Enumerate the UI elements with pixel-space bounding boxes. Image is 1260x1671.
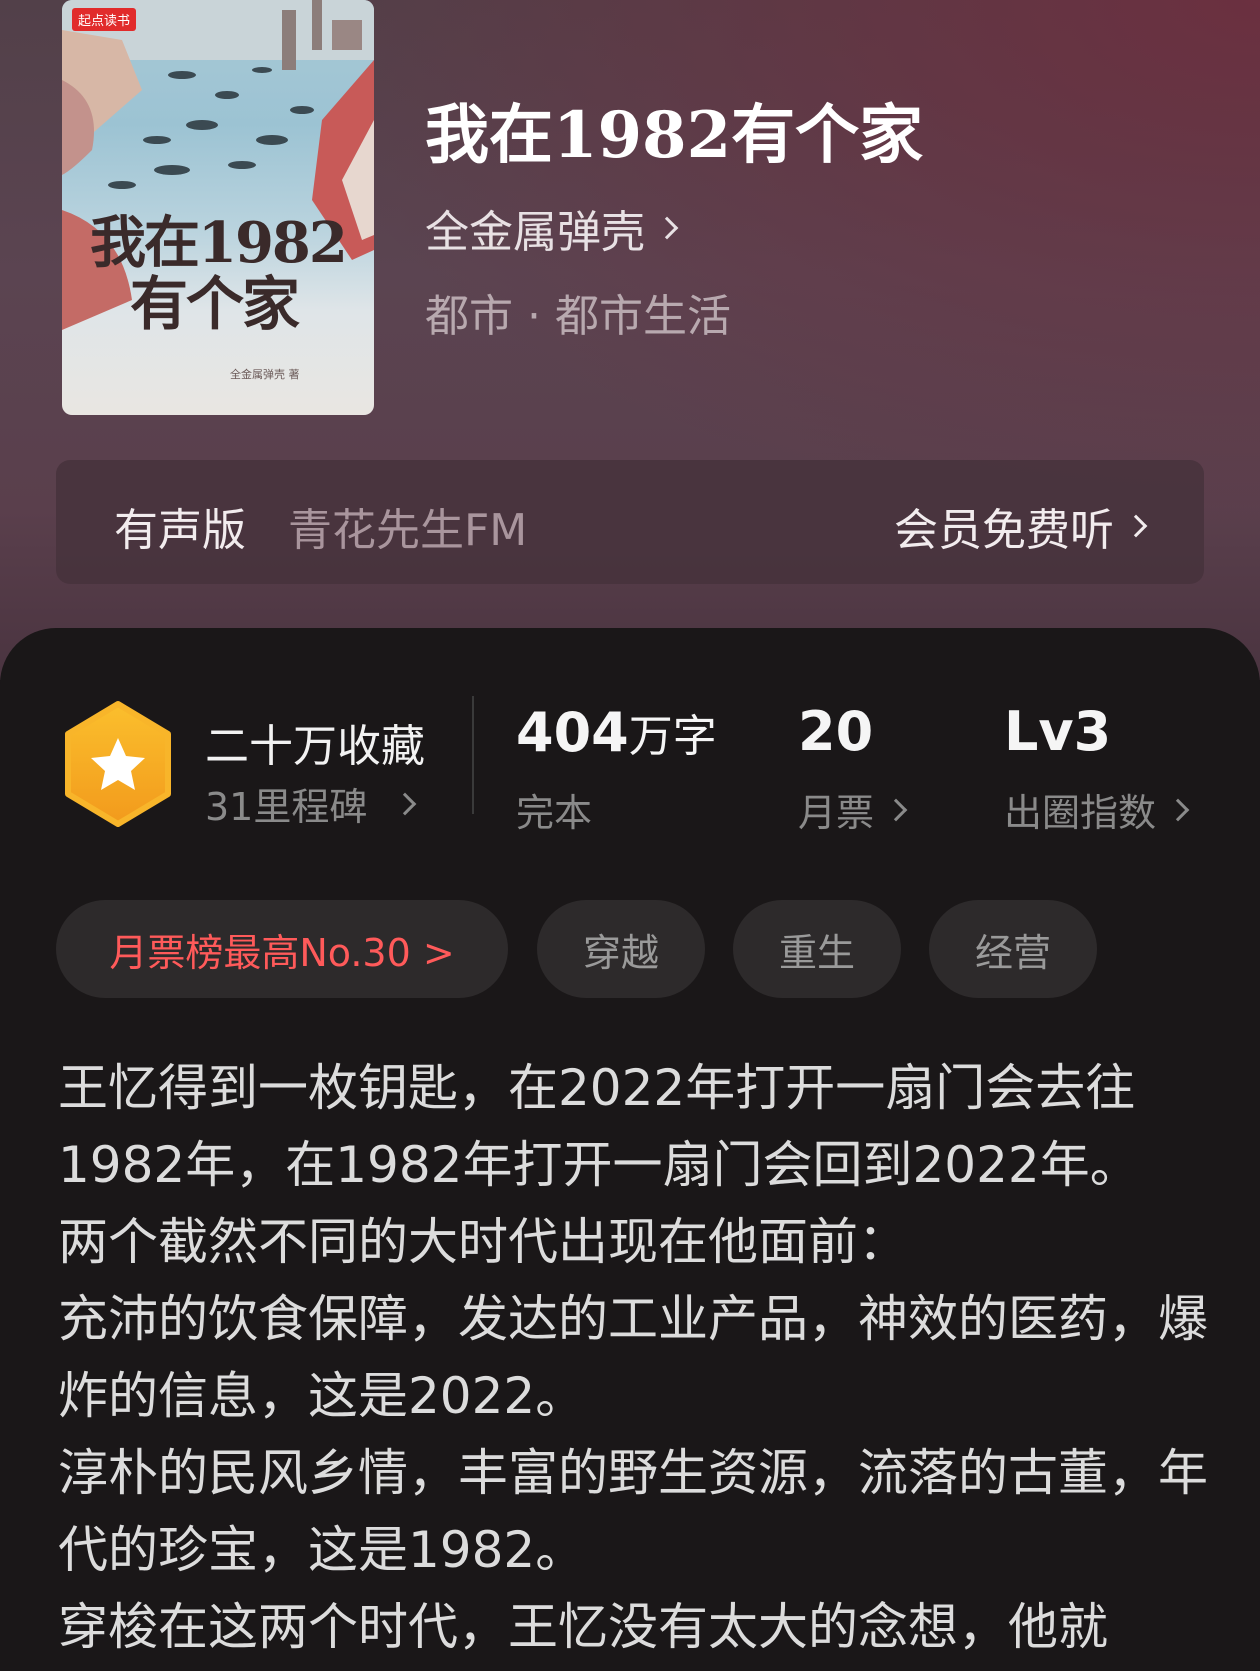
cover-title-line2: 有个家 (130, 270, 300, 338)
cover-title-line1: 我在1982 (90, 210, 348, 276)
rank-tag[interactable]: 月票榜最高No.30 > (56, 900, 508, 998)
monthly-ticket-count: 20 (798, 700, 874, 763)
chevron-right-icon (655, 216, 679, 240)
tag-chuanyue[interactable]: 穿越 (537, 900, 705, 998)
completion-status: 完本 (516, 791, 593, 835)
star-hexagon-icon[interactable] (62, 700, 174, 828)
collection-title[interactable]: 二十万收藏 (205, 710, 425, 774)
synopsis-paragraph: 两个截然不同的大时代出现在他面前： (58, 1213, 908, 1271)
audio-narrator: 青花先生FM (288, 505, 528, 556)
stats-divider (472, 696, 474, 814)
circle-index-link[interactable]: 出圈指数 (1004, 782, 1190, 837)
tag-chongsheng[interactable]: 重生 (733, 900, 901, 998)
author-link[interactable]: 全金属弹壳 (425, 196, 679, 260)
monthly-ticket-label: 月票 (798, 791, 875, 835)
synopsis-paragraph: 淳朴的民风乡情，丰富的野生资源，流落的古董，年代的珍宝，这是1982。 (58, 1444, 1208, 1579)
author-name: 全金属弹壳 (425, 207, 645, 258)
book-title: 我在1982有个家 (425, 98, 924, 173)
circle-index-label: 出圈指数 (1004, 791, 1157, 835)
audio-listen-button[interactable]: 会员免费听 (894, 494, 1148, 558)
word-count-value: 404 (516, 701, 629, 764)
tag-jingying[interactable]: 经营 (929, 900, 1097, 998)
chevron-right-icon (1124, 514, 1148, 538)
cover-author: 全金属弹壳 著 (230, 368, 300, 381)
chevron-right-icon (884, 798, 908, 821)
word-count: 404万字 (516, 700, 717, 764)
cover-illustration (62, 0, 374, 330)
book-cover[interactable]: 起点读书 我在1982 有个家 全金属弹壳 著 (62, 0, 374, 415)
word-count-unit: 万字 (628, 711, 717, 762)
synopsis-paragraph: 王忆得到一枚钥匙，在2022年打开一扇门会去往1982年，在1982年打开一扇门… (58, 1059, 1140, 1194)
synopsis-paragraph: 充沛的饮食保障，发达的工业产品，神效的医药，爆炸的信息，这是2022。 (58, 1290, 1208, 1425)
monthly-ticket-link[interactable]: 月票 (798, 782, 908, 837)
audio-action-label: 会员免费听 (894, 505, 1114, 556)
cover-title: 我在1982 有个家 (90, 215, 374, 333)
book-synopsis[interactable]: 王忆得到一枚钥匙，在2022年打开一扇门会去往1982年，在1982年打开一扇门… (58, 1050, 1208, 1666)
book-genre[interactable]: 都市 · 都市生活 (425, 280, 731, 344)
milestones-link[interactable]: 31里程碑 (205, 776, 417, 831)
cover-brand-logo: 起点读书 (72, 8, 137, 31)
chevron-right-icon (1166, 798, 1190, 821)
audio-label: 有声版 (114, 505, 246, 556)
circle-index-level: Lv3 (1004, 700, 1112, 763)
milestones-label: 31里程碑 (205, 785, 368, 829)
chevron-right-icon (394, 792, 417, 815)
audio-version-bar[interactable]: 有声版 青花先生FM 会员免费听 (56, 460, 1204, 584)
book-header: 起点读书 我在1982 有个家 全金属弹壳 著 我在1982有个家 全金属弹壳 … (0, 0, 1260, 680)
synopsis-paragraph: 穿梭在这两个时代，王忆没有太大的念想，他就 (58, 1598, 1108, 1656)
